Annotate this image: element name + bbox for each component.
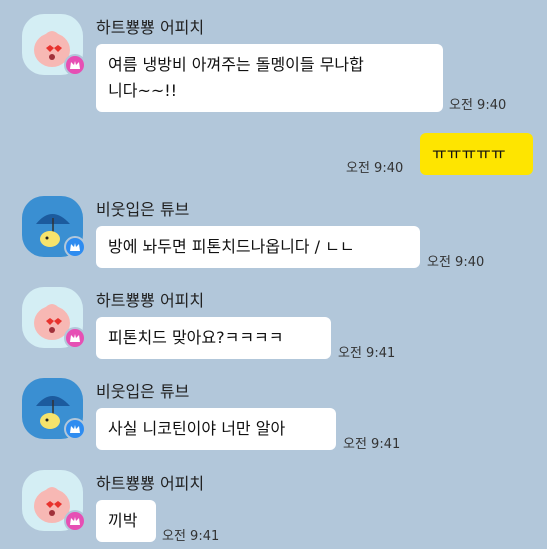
- crown-badge: [64, 510, 86, 532]
- sender-name: 하트뿅뿅 어피치: [96, 474, 205, 493]
- message-bubble[interactable]: 여름 냉방비 아껴주는 돌멩이들 무나합 니다~~!!: [96, 44, 443, 112]
- sender-name: 비웃입은 튜브: [96, 200, 190, 219]
- message-time: 오전 9:41: [338, 346, 396, 361]
- message-bubble[interactable]: 피톤치드 맞아요?ㅋㅋㅋㅋ: [96, 317, 331, 359]
- crown-icon: [70, 425, 80, 433]
- crown-badge: [64, 418, 86, 440]
- sender-name: 하트뿅뿅 어피치: [96, 291, 205, 310]
- message-time: 오전 9:40: [346, 161, 404, 176]
- message-bubble[interactable]: 방에 놔두면 피톤치드나옵니다 / ㄴㄴ: [96, 226, 420, 268]
- crown-badge: [64, 327, 86, 349]
- crown-badge: [64, 54, 86, 76]
- message-bubble[interactable]: 끼박: [96, 500, 156, 542]
- message-time: 오전 9:40: [427, 255, 485, 270]
- message-time: 오전 9:41: [162, 529, 220, 544]
- crown-icon: [70, 334, 80, 342]
- my-message-bubble[interactable]: ㅠㅠㅠㅠㅠ: [420, 133, 533, 175]
- message-time: 오전 9:40: [449, 98, 507, 113]
- crown-icon: [70, 243, 80, 251]
- crown-badge: [64, 236, 86, 258]
- crown-icon: [70, 517, 80, 525]
- sender-name: 하트뿅뿅 어피치: [96, 18, 205, 37]
- message-time: 오전 9:41: [343, 437, 401, 452]
- sender-name: 비웃입은 튜브: [96, 382, 190, 401]
- message-bubble[interactable]: 사실 니코틴이야 너만 알아: [96, 408, 336, 450]
- crown-icon: [70, 61, 80, 69]
